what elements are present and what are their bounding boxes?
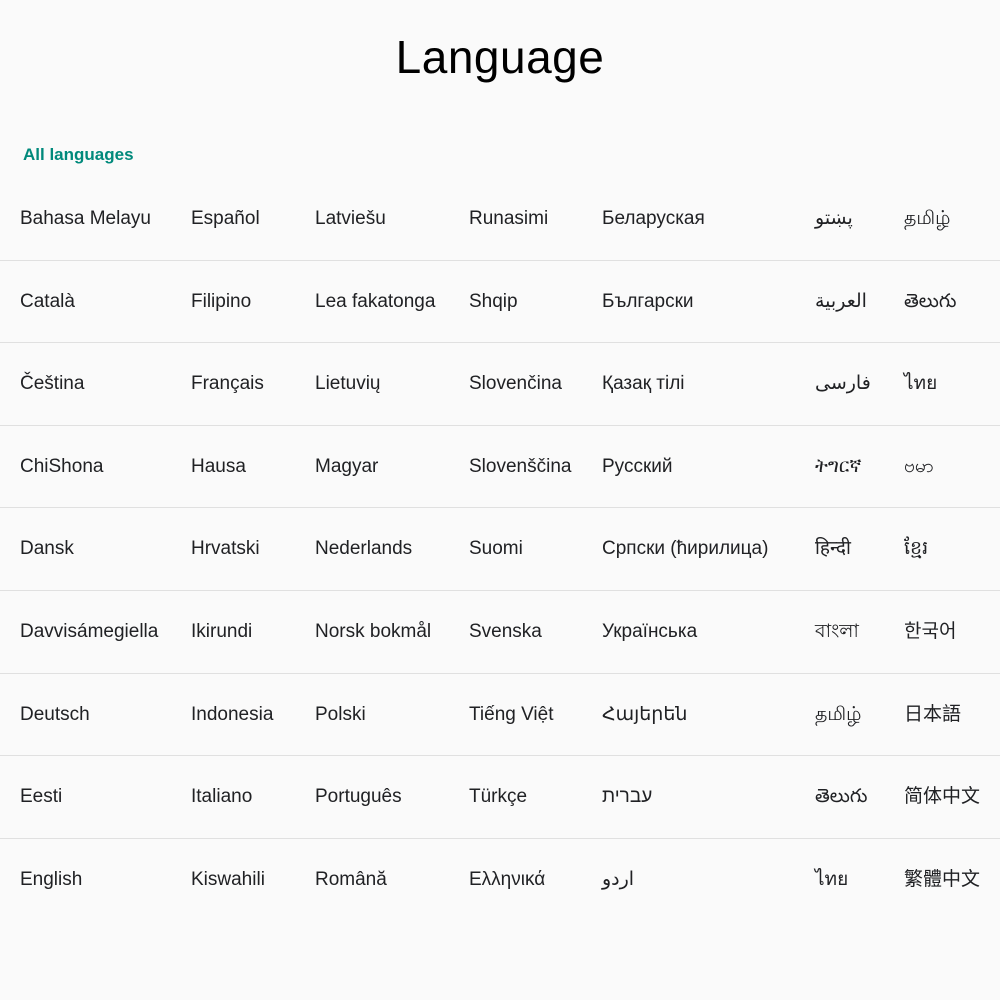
language-option[interactable]: தமிழ்: [904, 178, 950, 260]
language-option[interactable]: Slovenščina: [469, 426, 571, 508]
language-option[interactable]: ไทย: [904, 343, 937, 425]
language-option[interactable]: Latviešu: [315, 178, 386, 260]
language-option[interactable]: Filipino: [191, 261, 251, 343]
language-option[interactable]: Español: [191, 178, 260, 260]
language-option[interactable]: Български: [602, 261, 694, 343]
language-option[interactable]: తెలుగు: [904, 261, 956, 343]
language-option[interactable]: Polski: [315, 674, 366, 756]
language-option[interactable]: 简体中文: [904, 756, 980, 838]
language-option[interactable]: Hausa: [191, 426, 246, 508]
language-row: Čeština Français Lietuvių Slovenčina Қаз…: [0, 343, 1000, 426]
language-option[interactable]: 日本語: [904, 674, 961, 756]
language-option[interactable]: ខ្មែរ: [904, 508, 928, 590]
language-option[interactable]: Bahasa Melayu: [20, 178, 151, 260]
language-option[interactable]: ဗမာ: [904, 426, 934, 508]
language-option[interactable]: Հայերեն: [602, 674, 687, 756]
language-option[interactable]: Français: [191, 343, 264, 425]
language-option[interactable]: తెలుగు: [815, 756, 867, 838]
language-option[interactable]: ไทย: [815, 839, 848, 921]
language-option[interactable]: Lietuvių: [315, 343, 381, 425]
language-option[interactable]: فارسی: [815, 343, 871, 425]
language-option[interactable]: اردو: [602, 839, 634, 921]
language-option[interactable]: Català: [20, 261, 75, 343]
language-option[interactable]: Українська: [602, 591, 697, 673]
language-option[interactable]: Eesti: [20, 756, 62, 838]
section-header-all-languages: All languages: [23, 145, 134, 164]
language-row: Català Filipino Lea fakatonga Shqip Бълг…: [0, 261, 1000, 344]
language-option[interactable]: Қазақ тілі: [602, 343, 685, 425]
language-row: Dansk Hrvatski Nederlands Suomi Српски (…: [0, 508, 1000, 591]
language-screen: Language All languages Bahasa Melayu Esp…: [0, 0, 1000, 1000]
language-option[interactable]: Norsk bokmål: [315, 591, 431, 673]
language-option[interactable]: Čeština: [20, 343, 84, 425]
language-option[interactable]: 한국어: [904, 591, 956, 673]
language-option[interactable]: English: [20, 839, 82, 921]
page-title: Language: [395, 31, 605, 83]
language-option[interactable]: Davvisámegiella: [20, 591, 158, 673]
language-option[interactable]: Suomi: [469, 508, 523, 590]
language-option[interactable]: Svenska: [469, 591, 542, 673]
language-option[interactable]: Dansk: [20, 508, 74, 590]
language-row: Bahasa Melayu Español Latviešu Runasimi …: [0, 178, 1000, 261]
language-option[interactable]: Runasimi: [469, 178, 548, 260]
language-option[interactable]: Română: [315, 839, 387, 921]
language-option[interactable]: 繁體中文: [904, 839, 980, 921]
language-row: Eesti Italiano Português Türkçe עברית తె…: [0, 756, 1000, 839]
language-option[interactable]: Português: [315, 756, 402, 838]
language-option[interactable]: עברית: [602, 756, 652, 838]
language-option[interactable]: Nederlands: [315, 508, 412, 590]
language-option[interactable]: ትግርኛ: [815, 426, 861, 508]
language-option[interactable]: Ikirundi: [191, 591, 252, 673]
language-option[interactable]: Hrvatski: [191, 508, 260, 590]
language-option[interactable]: Беларуская: [602, 178, 705, 260]
language-option[interactable]: ChiShona: [20, 426, 103, 508]
language-option[interactable]: Shqip: [469, 261, 518, 343]
language-row: Deutsch Indonesia Polski Tiếng Việt Հայե…: [0, 674, 1000, 757]
language-option[interactable]: Tiếng Việt: [469, 674, 554, 756]
language-row: English Kiswahili Română Ελληνικά اردو ไ…: [0, 839, 1000, 922]
language-option[interactable]: Српски (ћирилица): [602, 508, 768, 590]
language-option[interactable]: Deutsch: [20, 674, 90, 756]
language-option[interactable]: Indonesia: [191, 674, 273, 756]
language-option[interactable]: বাংলা: [815, 591, 859, 673]
language-option[interactable]: Русский: [602, 426, 673, 508]
language-option[interactable]: Slovenčina: [469, 343, 562, 425]
language-row: Davvisámegiella Ikirundi Norsk bokmål Sv…: [0, 591, 1000, 674]
language-option[interactable]: தமிழ்: [815, 674, 861, 756]
language-option[interactable]: Kiswahili: [191, 839, 265, 921]
language-option[interactable]: हिन्दी: [815, 508, 851, 590]
language-option[interactable]: Ελληνικά: [469, 839, 545, 921]
language-option[interactable]: Magyar: [315, 426, 378, 508]
language-option[interactable]: Türkçe: [469, 756, 527, 838]
language-grid: Bahasa Melayu Español Latviešu Runasimi …: [0, 178, 1000, 921]
language-option[interactable]: العربية: [815, 261, 867, 343]
language-option[interactable]: پښتو: [815, 178, 853, 260]
language-row: ChiShona Hausa Magyar Slovenščina Русски…: [0, 426, 1000, 509]
language-option[interactable]: Italiano: [191, 756, 252, 838]
language-option[interactable]: Lea fakatonga: [315, 261, 435, 343]
